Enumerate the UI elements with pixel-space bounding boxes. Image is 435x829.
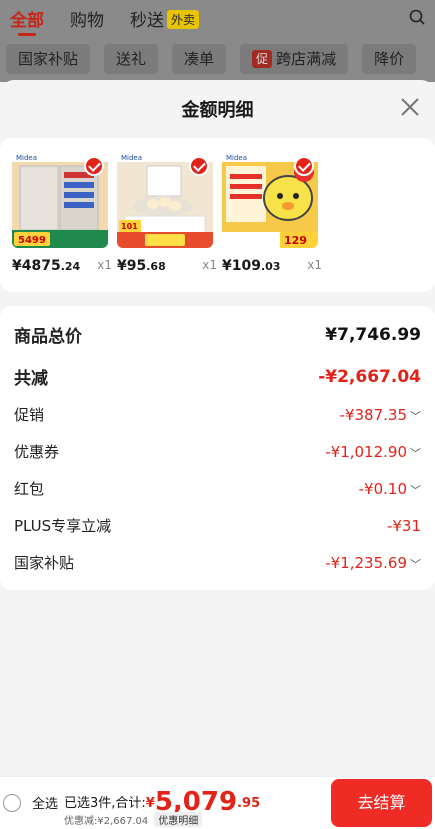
currency-symbol: ¥ [145, 796, 155, 811]
row-label: 商品总价 [14, 327, 82, 347]
total-dec: .95 [237, 796, 261, 811]
row-value: ¥7,746.99 [325, 324, 421, 345]
tab-all[interactable]: 全部 [10, 6, 44, 36]
product-item[interactable]: Midea 101 ¥95.68 x1 [117, 152, 217, 274]
price-int: ¥95 [117, 258, 147, 274]
svg-text:Midea: Midea [16, 154, 37, 162]
row-label: PLUS专享立减 [14, 517, 112, 535]
chip-price-drop[interactable]: 降价 [362, 44, 417, 74]
selected-count-text: 已选3件,合计: [64, 796, 146, 811]
row-subtotal: 商品总价 ¥7,746.99 [14, 322, 421, 348]
chip-national-subsidy[interactable]: 国家补贴 [6, 44, 91, 74]
row-value: -¥31 [386, 516, 421, 535]
product-image: Midea 101 [117, 152, 213, 248]
row-value: -¥1,235.69 [325, 554, 407, 572]
chevron-down-icon: ﹀ [410, 558, 421, 571]
sheet-title: 金额明细 [181, 100, 254, 121]
product-image: Midea 5499 [12, 152, 108, 248]
svg-text:129: 129 [284, 234, 307, 247]
row-label: 红包 [14, 480, 45, 498]
tab-instant-delivery-label: 秒送 [130, 10, 164, 31]
svg-text:5499: 5499 [18, 235, 46, 246]
row-label: 优惠券 [14, 443, 60, 461]
price-int: ¥4875 [12, 258, 61, 274]
chip-add-on[interactable]: 凑单 [172, 44, 227, 74]
takeout-badge: 外卖 [167, 9, 200, 29]
row-value: -¥0.10 [358, 480, 407, 498]
svg-text:Midea: Midea [226, 154, 247, 162]
filter-chips: 国家补贴 送礼 凑单 促跨店满减 降价 [0, 36, 435, 82]
tab-instant-delivery[interactable]: 秒送 外卖 [130, 6, 200, 31]
savings-text: 优惠减:¥2,667.04 [64, 816, 149, 827]
row-red-packet[interactable]: 红包 -¥0.10 ﹀ [14, 478, 421, 499]
row-promotion[interactable]: 促销 -¥387.35 ﹀ [14, 404, 421, 425]
product-qty: x1 [97, 258, 112, 272]
row-coupon[interactable]: 优惠券 -¥1,012.90 ﹀ [14, 441, 421, 462]
product-qty: x1 [307, 258, 322, 272]
close-icon[interactable] [397, 94, 423, 120]
savings-line: 优惠减:¥2,667.04 优惠明细 [64, 812, 203, 827]
chip-cross-store-label: 跨店满减 [276, 50, 337, 68]
checkout-bar: 全选 已选3件,合计:¥5,079.95 优惠减:¥2,667.04 优惠明细 去… [0, 776, 435, 829]
row-value: -¥2,667.04 [318, 366, 421, 387]
chip-cross-store-discount[interactable]: 促跨店满减 [240, 44, 349, 74]
tab-shopping[interactable]: 购物 [70, 6, 104, 31]
price-dec: .24 [60, 260, 81, 273]
amount-breakdown-card: 商品总价 ¥7,746.99 共减 -¥2,667.04 促销 -¥387.35… [0, 306, 435, 590]
top-tabs: 全部 购物 秒送 外卖 [0, 0, 435, 36]
price-dec: .03 [260, 260, 281, 273]
search-icon[interactable] [409, 9, 425, 25]
svg-text:Midea: Midea [121, 154, 142, 162]
row-label: 促销 [14, 406, 45, 424]
chevron-down-icon: ﹀ [410, 447, 421, 460]
product-item[interactable]: Midea 5499 ¥4875.24 x1 [12, 152, 112, 274]
total-price: ¥5,079.95 [145, 787, 261, 817]
selected-check-icon [189, 156, 209, 176]
select-all-checkbox[interactable] [3, 794, 21, 812]
discount-detail-link[interactable]: 优惠明细 [154, 812, 203, 827]
chip-gift[interactable]: 送礼 [104, 44, 159, 74]
svg-text:101: 101 [121, 222, 138, 231]
product-qty: x1 [202, 258, 217, 272]
row-national-subsidy[interactable]: 国家补贴 -¥1,235.69 ﹀ [14, 552, 421, 573]
selected-check-icon [84, 156, 104, 176]
price-dec: .68 [146, 260, 166, 273]
chevron-down-icon: ﹀ [410, 484, 421, 497]
product-list-card: Midea 5499 ¥4875.24 x1 Midea 101 ¥95.68 … [0, 138, 435, 292]
amount-detail-sheet: 金额明细 Midea 5499 ¥4875.24 x1 Midea 101 ¥9… [0, 80, 435, 780]
background-page-header: 全部 购物 秒送 外卖 国家补贴 送礼 凑单 促跨店满减 降价 [0, 0, 435, 82]
row-value: -¥387.35 [339, 406, 407, 424]
chevron-down-icon: ﹀ [410, 410, 421, 423]
product-item[interactable]: Midea 129 ¥109.03 x1 [222, 152, 322, 274]
checkout-button[interactable]: 去结算 [331, 779, 432, 827]
row-label: 共减 [14, 369, 48, 389]
promo-badge: 促 [252, 50, 273, 68]
product-image: Midea 129 [222, 152, 318, 248]
row-total-discount: 共减 -¥2,667.04 [14, 364, 421, 390]
row-plus-discount: PLUS专享立减 -¥31 [14, 515, 421, 536]
selected-check-icon [294, 156, 314, 176]
select-all-label[interactable]: 全选 [32, 793, 58, 812]
row-label: 国家补贴 [14, 554, 75, 572]
price-int: ¥109 [222, 258, 261, 274]
row-value: -¥1,012.90 [325, 443, 407, 461]
